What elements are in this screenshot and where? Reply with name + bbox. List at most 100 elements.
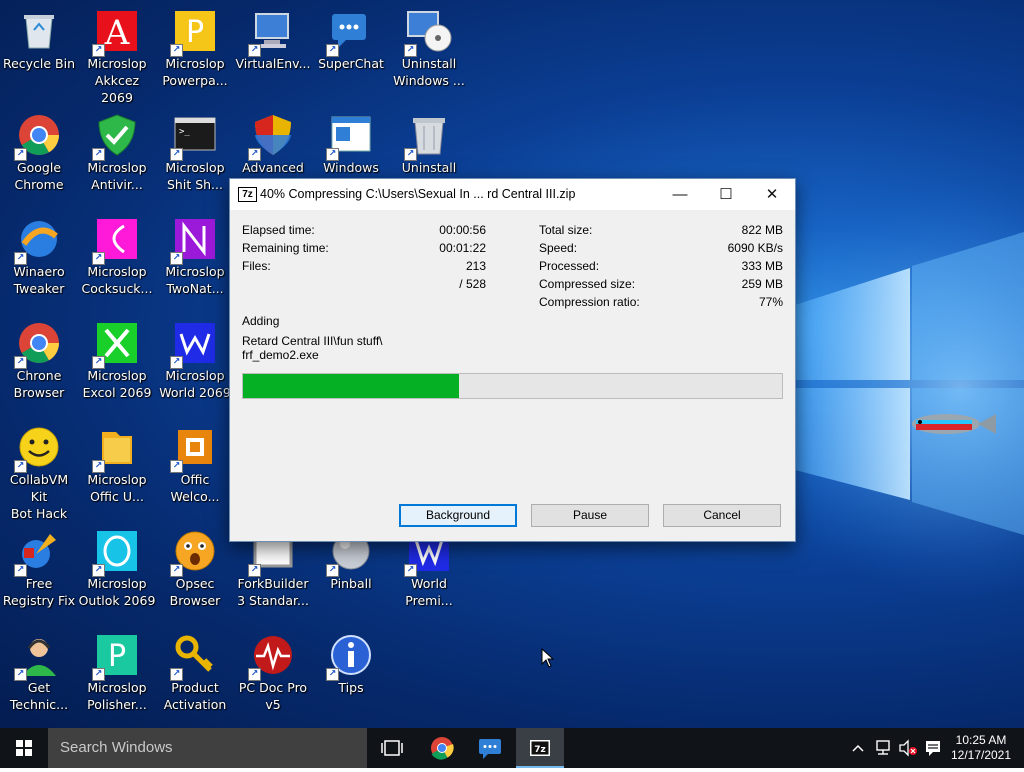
desktop-icon-label: Microslop Outlok 2069 — [78, 576, 156, 608]
speed-label: Speed: — [539, 241, 578, 255]
files-total-value: / 528 — [459, 277, 486, 291]
desktop-icon[interactable]: A ↗ Microslop Akkcez 2069 — [78, 2, 156, 106]
desktop-icon-label: Microslop World 2069 — [159, 368, 231, 400]
desktop-icon-label: Microslop Shit Sh... — [165, 160, 225, 192]
compressed-size-value: 259 MB — [741, 277, 783, 291]
svg-text:7z: 7z — [534, 745, 546, 755]
dialog-title: 40% Compressing C:\Users\Sexual In ... r… — [260, 187, 576, 201]
elapsed-time-value: 00:00:56 — [439, 223, 486, 237]
desktop-icon[interactable]: ↗ Microslop World 2069 — [156, 314, 234, 418]
elapsed-time-label: Elapsed time: — [242, 223, 315, 237]
desktop-icon[interactable]: ↗ Uninstall Windows ... — [390, 2, 468, 106]
desktop-icon-label: Pinball — [330, 576, 372, 591]
chevron-up-icon[interactable] — [850, 740, 866, 756]
start-button[interactable] — [0, 728, 48, 768]
desktop-icon[interactable]: ↗ Product Activation — [156, 626, 234, 728]
processed-label: Processed: — [539, 259, 600, 273]
task-view-button[interactable] — [368, 728, 416, 768]
desktop-icon-label: Uninstall Windows ... — [393, 56, 465, 88]
desktop-icon[interactable]: ↗ VirtualEnv... — [234, 2, 312, 106]
background-button[interactable]: Background — [399, 504, 517, 527]
compression-ratio-label: Compression ratio: — [539, 295, 640, 309]
desktop-icon-label: Free Registry Fix — [2, 576, 76, 608]
desktop-icon-label: Uninstall — [401, 160, 457, 175]
desktop-icon[interactable]: P ↗ Microslop Polisher... — [78, 626, 156, 728]
desktop-icon[interactable]: ↗ Microslop Offic U... — [78, 418, 156, 522]
desktop-icon[interactable]: ↗ Microslop Cocksuck... — [78, 210, 156, 314]
desktop-icon[interactable]: ↗ SuperChat — [312, 2, 390, 106]
dialog-title-bar[interactable]: 7z 40% Compressing C:\Users\Sexual In ..… — [230, 179, 795, 210]
processed-value: 333 MB — [741, 259, 783, 273]
7zip-icon: 7z — [530, 740, 550, 756]
files-value: 213 — [465, 259, 486, 273]
action-label: Adding — [242, 314, 280, 328]
desktop-icon[interactable]: ↗ Google Chrome — [0, 106, 78, 210]
desktop-icon[interactable]: ↗ Chrone Browser — [0, 314, 78, 418]
desktop-icon[interactable]: ↗ PC Doc Pro v5 — [234, 626, 312, 728]
svg-text:>_: >_ — [179, 127, 190, 137]
total-size-value: 822 MB — [741, 223, 783, 237]
maximize-button[interactable]: ☐ — [703, 179, 749, 210]
clock-time: 10:25 AM — [955, 733, 1007, 747]
desktop-icon-label: Microslop Powerpa... — [162, 56, 228, 88]
taskbar-chrome-button[interactable] — [418, 728, 466, 768]
desktop-icon[interactable]: ↗ Microslop Outlok 2069 — [78, 522, 156, 626]
desktop-icon[interactable]: ↗ Free Registry Fix — [0, 522, 78, 626]
compress-progress-dialog: 7z 40% Compressing C:\Users\Sexual In ..… — [229, 178, 796, 542]
desktop-icon[interactable]: ↗ Microslop Antivir... — [78, 106, 156, 210]
desktop-icon-label: Opsec Browser — [169, 576, 221, 608]
svg-text:P: P — [186, 15, 204, 50]
volume-muted-icon[interactable] — [898, 739, 918, 757]
clock-date: 12/17/2021 — [950, 748, 1012, 762]
system-clock[interactable]: 10:25 AM 12/17/2021 — [944, 733, 1018, 763]
desktop-icon-label: Recycle Bin — [2, 56, 76, 71]
minimize-button[interactable]: — — [657, 179, 703, 210]
taskbar-chat-button[interactable] — [466, 728, 514, 768]
desktop-icon-label: SuperChat — [318, 56, 384, 71]
desktop-icon-label: Microslop Akkcez 2069 — [87, 56, 147, 105]
taskbar-7zip-button[interactable]: 7z — [516, 728, 564, 768]
desktop-icon-label: Product Activation — [163, 680, 227, 712]
network-icon[interactable] — [874, 739, 894, 757]
desktop-icon-label: Microslop Antivir... — [87, 160, 147, 192]
desktop-icon[interactable]: ↗ CollabVM Kit Bot Hack — [0, 418, 78, 522]
desktop-icon-label: ForkBuilder 3 Standar... — [237, 576, 309, 608]
compression-ratio-value: 77% — [758, 295, 783, 309]
desktop-icon[interactable]: ↗ Opsec Browser — [156, 522, 234, 626]
recycle-bin-icon — [24, 15, 54, 49]
desktop-icon-label: World Premi... — [405, 576, 453, 608]
desktop-icon-label: Chrone Browser — [13, 368, 65, 400]
close-button[interactable]: ✕ — [749, 179, 795, 210]
svg-text:A: A — [104, 13, 130, 53]
current-file-path: Retard Central III\fun stuff\ — [242, 334, 383, 348]
desktop-icon-label: Microslop Excol 2069 — [82, 368, 152, 400]
desktop-icon[interactable]: ↗ Microslop TwoNat... — [156, 210, 234, 314]
desktop-icon-label: Tips — [338, 680, 364, 695]
search-box[interactable]: Search Windows — [48, 728, 367, 768]
desktop-icon[interactable]: ↗ Get Technic... — [0, 626, 78, 728]
desktop-icon-label: CollabVM Kit Bot Hack — [9, 472, 69, 521]
compressed-size-label: Compressed size: — [539, 277, 636, 291]
desktop-icon-label: Winaero Tweaker — [13, 264, 65, 296]
desktop-icon-label: Advanced — [242, 160, 304, 175]
current-file-name: frf_demo2.exe — [242, 348, 319, 362]
fish-icon — [912, 414, 996, 434]
desktop-icon-label: VirtualEnv... — [235, 56, 311, 71]
chat-icon — [479, 739, 501, 759]
task-view-icon — [381, 740, 403, 756]
desktop-icon[interactable]: >_ ↗ Microslop Shit Sh... — [156, 106, 234, 210]
chrome-icon — [431, 737, 454, 760]
desktop-icon[interactable]: P ↗ Microslop Powerpa... — [156, 2, 234, 106]
desktop-icon-label: Microslop Cocksuck... — [81, 264, 153, 296]
pause-button[interactable]: Pause — [531, 504, 649, 527]
desktop-icon[interactable]: Recycle Bin — [0, 2, 78, 106]
desktop-icon-label: Microslop Polisher... — [87, 680, 147, 712]
desktop-icon[interactable]: ↗ Tips — [312, 626, 390, 728]
cancel-button[interactable]: Cancel — [663, 504, 781, 527]
desktop-icon[interactable]: ↗ Microslop Excol 2069 — [78, 314, 156, 418]
desktop-icon[interactable]: ↗ Offic Welco... — [156, 418, 234, 522]
desktop-icon[interactable]: ↗ Winaero Tweaker — [0, 210, 78, 314]
windows-start-icon — [16, 740, 32, 756]
notifications-icon[interactable] — [924, 739, 942, 757]
desktop-icon-label: Google Chrome — [14, 160, 64, 192]
